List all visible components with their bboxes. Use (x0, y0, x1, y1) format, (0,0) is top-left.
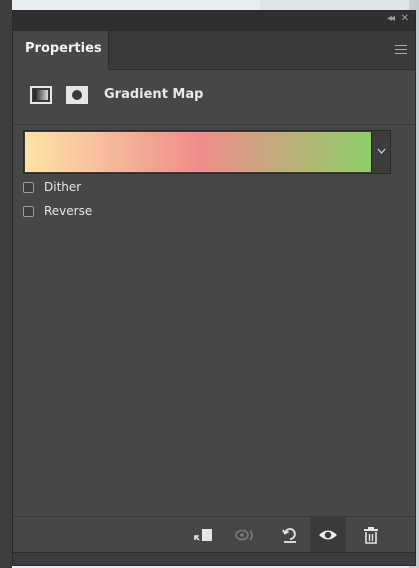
dither-label: Dither (44, 180, 82, 194)
tab-properties-label: Properties (25, 41, 102, 56)
reverse-checkbox[interactable] (23, 206, 34, 217)
properties-header: Gradient Map (13, 70, 415, 125)
gradient-map-adjustment-icon[interactable] (30, 86, 52, 104)
properties-panel: ◂◂ ✕ Properties Gradient Map Dither Reve… (12, 10, 416, 566)
dither-checkbox[interactable] (23, 182, 34, 193)
visibility-eye-icon[interactable] (310, 517, 346, 553)
reverse-label: Reverse (44, 204, 93, 218)
clip-to-layer-icon[interactable] (185, 517, 221, 553)
gradient-picker[interactable] (23, 130, 391, 174)
panel-bottom-strip (13, 552, 415, 565)
background-left (0, 0, 12, 568)
hamburger-menu-icon[interactable] (395, 45, 407, 55)
properties-title: Gradient Map (104, 87, 204, 102)
panel-footer (13, 516, 415, 553)
view-previous-state-icon[interactable] (228, 517, 264, 553)
tab-properties[interactable]: Properties (13, 31, 109, 70)
layer-mask-icon[interactable] (66, 86, 88, 104)
tab-row: Properties (13, 31, 415, 70)
close-icon[interactable]: ✕ (401, 13, 409, 24)
reset-icon[interactable] (272, 517, 308, 553)
panel-titlebar: ◂◂ ✕ (13, 11, 415, 31)
chevron-down-icon[interactable] (371, 131, 390, 173)
trash-icon[interactable] (353, 517, 389, 553)
double-chevron-left-icon[interactable]: ◂◂ (387, 13, 395, 24)
gradient-preview[interactable] (25, 132, 372, 172)
